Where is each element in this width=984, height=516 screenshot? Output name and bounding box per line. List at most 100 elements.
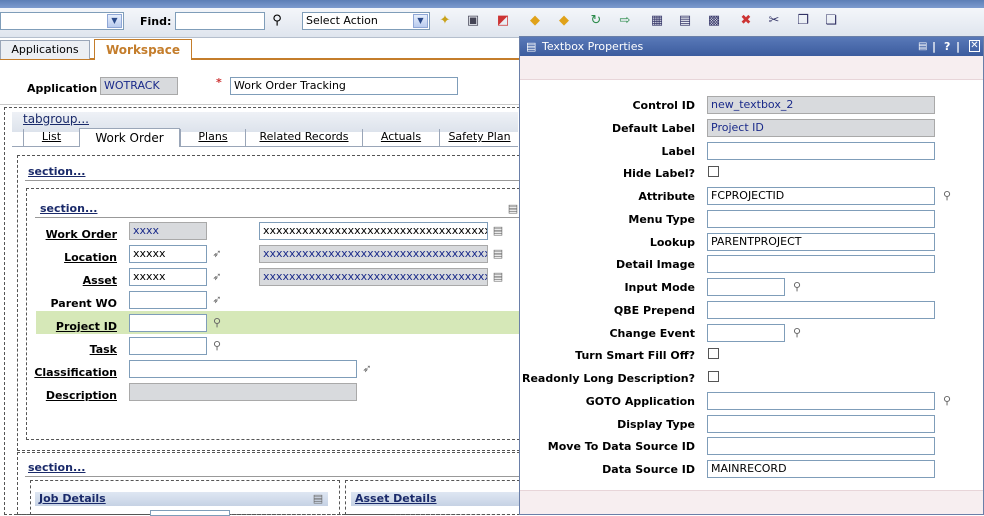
goto-application-field[interactable] <box>707 392 935 410</box>
location-description: xxxxxxxxxxxxxxxxxxxxxxxxxxxxxxxxxxxxxxxx <box>259 245 488 263</box>
grid-icon[interactable]: ▦ <box>649 13 665 29</box>
menu-type-field[interactable] <box>707 210 935 228</box>
dialog-header: ▤ Textbox Properties ▤ | ? | ✕ <box>520 37 983 56</box>
detail-image-label: Detail Image <box>616 258 695 271</box>
route-icon[interactable]: ⇨ <box>617 13 633 29</box>
dialog-bottom-band <box>520 490 983 514</box>
section-lower-title[interactable]: section... <box>28 461 85 474</box>
work-order-description[interactable]: xxxxxxxxxxxxxxxxxxxxxxxxxxxxxxxxxxxxxxxx… <box>259 222 488 240</box>
copy-icon[interactable]: ❐ <box>795 13 811 29</box>
lookup-field[interactable]: PARENTPROJECT <box>707 233 935 251</box>
tab-related-records[interactable]: Related Records <box>245 129 362 146</box>
attribute-label: Attribute <box>638 190 695 203</box>
layout-icon[interactable]: ▩ <box>706 13 722 29</box>
section-inner-title[interactable]: section... <box>40 202 97 215</box>
page-icon[interactable]: ▤ <box>677 13 693 29</box>
detail-image-field[interactable] <box>707 255 935 273</box>
action-select[interactable]: Select Action ▼ <box>302 12 430 30</box>
application-description[interactable]: Work Order Tracking <box>230 77 458 95</box>
close-icon[interactable]: ✕ <box>969 40 980 52</box>
search-icon[interactable]: ⚲ <box>791 280 803 293</box>
section-outer-title[interactable]: section... <box>28 165 85 178</box>
collapse-icon[interactable]: ▤ <box>507 202 519 215</box>
new-record-icon[interactable]: ✦ <box>437 13 453 29</box>
find-input[interactable] <box>175 12 265 30</box>
tabgroup-title[interactable]: tabgroup... <box>23 112 89 126</box>
save-icon[interactable]: ▣ <box>465 13 481 29</box>
search-icon[interactable]: ⚲ <box>211 316 223 329</box>
job-details-header[interactable]: Job Details <box>35 492 328 506</box>
attribute-field[interactable]: FCPROJECTID <box>707 187 935 205</box>
app-select[interactable]: ▼ <box>0 12 124 30</box>
project-id-field[interactable] <box>129 314 207 332</box>
label-field[interactable] <box>707 142 935 160</box>
tab-plans[interactable]: Plans <box>180 129 245 146</box>
clear-icon[interactable]: ◩ <box>495 13 511 29</box>
search-icon[interactable]: ⚲ <box>941 189 953 202</box>
turn-smart-fill-off-checkbox[interactable] <box>708 348 719 359</box>
lookup-label: Lookup <box>649 236 695 249</box>
collapse-icon[interactable]: ▤ <box>312 492 324 505</box>
divider <box>25 476 520 477</box>
classification-field[interactable] <box>129 360 357 378</box>
menu-icon[interactable]: ▤ <box>918 37 927 56</box>
asset-details-header[interactable]: Asset Details <box>351 492 520 506</box>
job-details-field[interactable] <box>150 510 230 516</box>
application-label: Application <box>27 82 98 95</box>
description-field <box>129 383 357 401</box>
parent-wo-label: Parent WO <box>50 297 117 310</box>
detail-menu-icon[interactable]: ➶ <box>211 247 223 260</box>
search-icon[interactable]: ⚲ <box>791 326 803 339</box>
input-mode-field[interactable] <box>707 278 785 296</box>
help-icon[interactable]: ? <box>944 37 950 56</box>
cut-icon[interactable]: ✂ <box>766 13 782 29</box>
binoculars-icon[interactable]: ⚲ <box>269 13 285 29</box>
long-description-icon[interactable]: ▤ <box>492 224 504 237</box>
readonly-long-description-label: Readonly Long Description? <box>521 372 695 385</box>
task-field[interactable] <box>129 337 207 355</box>
location-field[interactable]: xxxxx <box>129 245 207 263</box>
separator: | <box>956 40 961 53</box>
toolbar: ▼ Find: ⚲ Select Action ▼ ✦ ▣ ◩ ◆ ◆ ↻ ⇨ ▦… <box>0 8 984 38</box>
move-to-data-source-id-field[interactable] <box>707 437 935 455</box>
hide-label-checkbox[interactable] <box>708 166 719 177</box>
chevron-down-icon: ▼ <box>413 14 428 28</box>
parent-wo-field[interactable] <box>129 291 207 309</box>
asset-field[interactable]: xxxxx <box>129 268 207 286</box>
detail-menu-icon[interactable]: ➶ <box>211 270 223 283</box>
module-tabs: Applications Workspace <box>0 38 520 60</box>
divider <box>35 217 520 218</box>
paste-icon[interactable]: ❏ <box>823 13 839 29</box>
tab-applications[interactable]: Applications <box>0 40 90 59</box>
tab-workspace[interactable]: Workspace <box>94 39 192 60</box>
divider <box>25 180 520 181</box>
display-type-field[interactable] <box>707 415 935 433</box>
tab-actuals[interactable]: Actuals <box>362 129 439 146</box>
qbe-prepend-field[interactable] <box>707 301 935 319</box>
long-description-icon[interactable]: ▤ <box>492 270 504 283</box>
change-event-field[interactable] <box>707 324 785 342</box>
tab-list[interactable]: List <box>23 129 79 146</box>
dialog-title: Textbox Properties <box>542 40 644 53</box>
divider <box>0 104 520 105</box>
work-order-label: Work Order <box>45 228 117 241</box>
tab-work-order[interactable]: Work Order <box>79 128 180 147</box>
goto-application-label: GOTO Application <box>585 395 695 408</box>
dialog-top-band <box>520 56 983 80</box>
readonly-long-description-checkbox[interactable] <box>708 371 719 382</box>
label-label: Label <box>661 145 695 158</box>
long-description-icon[interactable]: ▤ <box>492 247 504 260</box>
search-icon[interactable]: ⚲ <box>211 339 223 352</box>
find-label: Find: <box>140 15 172 28</box>
delete-icon[interactable]: ✖ <box>738 13 754 29</box>
display-type-label: Display Type <box>617 418 695 431</box>
previous-icon[interactable]: ◆ <box>527 13 543 29</box>
detail-menu-icon[interactable]: ➶ <box>211 293 223 306</box>
data-source-id-field[interactable]: MAINRECORD <box>707 460 935 478</box>
search-icon[interactable]: ⚲ <box>941 394 953 407</box>
next-icon[interactable]: ◆ <box>556 13 572 29</box>
asset-description: xxxxxxxxxxxxxxxxxxxxxxxxxxxxxxxxxxxxxxxx… <box>259 268 488 286</box>
refresh-icon[interactable]: ↻ <box>588 13 604 29</box>
detail-menu-icon[interactable]: ➶ <box>361 362 373 375</box>
tab-safety-plan[interactable]: Safety Plan <box>439 129 519 146</box>
